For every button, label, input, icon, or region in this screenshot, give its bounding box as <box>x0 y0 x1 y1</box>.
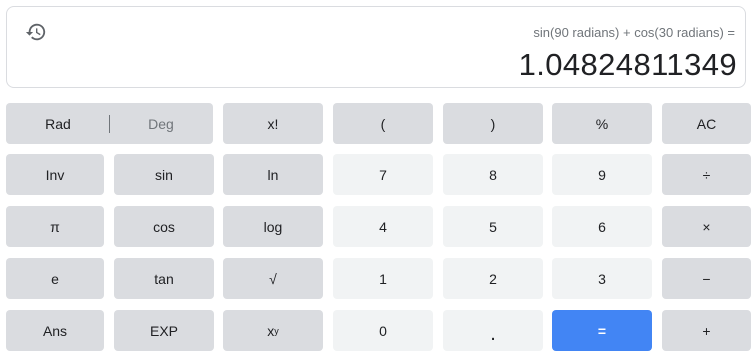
right-paren-button[interactable]: ) <box>443 103 543 144</box>
cos-button[interactable]: cos <box>114 206 214 247</box>
digit-3-button[interactable]: 3 <box>552 258 652 299</box>
calculator-display: sin(90 radians) + cos(30 radians) = 1.04… <box>6 6 746 88</box>
digit-6-button[interactable]: 6 <box>552 206 652 247</box>
result-text: 1.04824811349 <box>518 47 737 82</box>
power-exponent-label: y <box>274 325 279 336</box>
divide-button[interactable]: ÷ <box>662 154 751 195</box>
inverse-button[interactable]: Inv <box>6 154 104 195</box>
sin-button[interactable]: sin <box>114 154 214 195</box>
percent-button[interactable]: % <box>552 103 652 144</box>
decimal-point-label: . <box>490 322 496 345</box>
digit-5-button[interactable]: 5 <box>443 206 543 247</box>
rad-deg-toggle[interactable]: Rad Deg <box>6 103 213 144</box>
digit-9-button[interactable]: 9 <box>552 154 652 195</box>
digit-8-button[interactable]: 8 <box>443 154 543 195</box>
digit-0-button[interactable]: 0 <box>333 310 433 351</box>
all-clear-button[interactable]: AC <box>662 103 751 144</box>
log-button[interactable]: log <box>223 206 323 247</box>
factorial-button[interactable]: x! <box>223 103 323 144</box>
multiply-button[interactable]: × <box>662 206 751 247</box>
digit-2-button[interactable]: 2 <box>443 258 543 299</box>
digit-7-button[interactable]: 7 <box>333 154 433 195</box>
equals-button[interactable]: = <box>552 310 652 351</box>
digit-4-button[interactable]: 4 <box>333 206 433 247</box>
power-base-label: x <box>267 322 275 339</box>
rad-button[interactable]: Rad <box>7 104 109 143</box>
e-button[interactable]: e <box>6 258 104 299</box>
tan-button[interactable]: tan <box>114 258 214 299</box>
decimal-point-button[interactable]: . <box>443 310 543 351</box>
minus-button[interactable]: − <box>662 258 751 299</box>
ans-button[interactable]: Ans <box>6 310 104 351</box>
plus-button[interactable]: + <box>662 310 751 351</box>
expression-text: sin(90 radians) + cos(30 radians) = <box>533 25 735 40</box>
ln-button[interactable]: ln <box>223 154 323 195</box>
deg-button[interactable]: Deg <box>110 104 212 143</box>
sqrt-button[interactable]: √ <box>223 258 323 299</box>
digit-1-button[interactable]: 1 <box>333 258 433 299</box>
history-icon[interactable] <box>25 21 47 43</box>
pi-button[interactable]: π <box>6 206 104 247</box>
left-paren-button[interactable]: ( <box>333 103 433 144</box>
exp-button[interactable]: EXP <box>114 310 214 351</box>
power-button[interactable]: xy <box>223 310 323 351</box>
